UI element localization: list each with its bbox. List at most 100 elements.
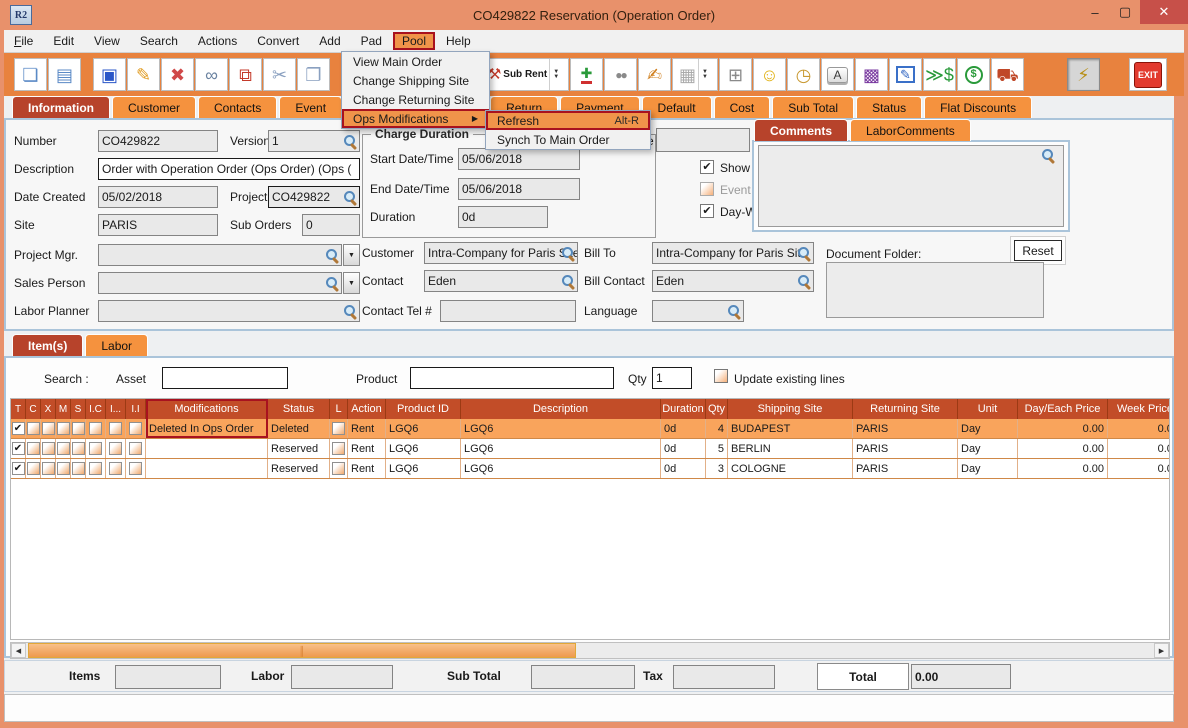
description-field[interactable]: Order with Operation Order (Ops Order) (… — [98, 158, 360, 180]
tab-status[interactable]: Status — [856, 96, 922, 118]
tab-default[interactable]: Default — [642, 96, 712, 118]
tab-laborcomments[interactable]: LaborComments — [850, 119, 971, 141]
cell-unit[interactable]: Day — [958, 459, 1018, 478]
cell-qty[interactable]: 4 — [706, 419, 728, 438]
cell-duration[interactable]: 0d — [661, 459, 706, 478]
row-checkbox[interactable] — [72, 442, 85, 455]
new-document-button[interactable]: ❏ — [14, 58, 47, 91]
spinner-down-icon[interactable] — [549, 59, 562, 90]
keyboard-key-button[interactable]: A — [821, 58, 854, 91]
menu-pad[interactable]: Pad — [352, 32, 391, 50]
submenu-item-synch-to-main-order[interactable]: Synch To Main Order — [486, 130, 650, 149]
dollar-notes-button[interactable]: $ — [957, 58, 990, 91]
calendar-button[interactable]: ▦ — [672, 58, 718, 91]
row-checkbox-checked[interactable] — [12, 462, 25, 475]
sales-person-lookup-icon[interactable] — [325, 276, 340, 291]
col-header-ii[interactable]: I.I — [126, 399, 146, 419]
start-date-field[interactable]: 05/06/2018 — [458, 148, 580, 170]
l-checkbox[interactable] — [332, 422, 345, 435]
col-header-product-id[interactable]: Product ID — [386, 399, 461, 419]
cell-action[interactable]: Rent — [348, 459, 386, 478]
col-header-t[interactable]: T — [11, 399, 26, 419]
asset-input[interactable] — [162, 367, 288, 389]
reset-button[interactable]: Reset — [1014, 240, 1062, 261]
submenu-item-refresh[interactable]: RefreshAlt-R — [486, 111, 650, 130]
menu-file[interactable]: File — [5, 32, 42, 50]
binoculars-button[interactable]: ∞ — [195, 58, 228, 91]
labor-planner-lookup-icon[interactable] — [343, 304, 358, 319]
duration-field[interactable]: 0d — [458, 206, 548, 228]
sales-person-dropdown-button[interactable] — [343, 272, 360, 294]
project-mgr-field[interactable] — [98, 244, 342, 266]
l-checkbox[interactable] — [332, 462, 345, 475]
table-row[interactable]: ReservedRentLGQ6LGQ60d3COLOGNEPARISDay0.… — [11, 459, 1169, 479]
cell-status[interactable]: Reserved — [268, 439, 330, 458]
save-button[interactable]: ▣ — [93, 58, 126, 91]
cell-week-price[interactable]: 0.00 — [1108, 439, 1170, 458]
bill-contact-lookup-icon[interactable] — [797, 274, 812, 289]
lightning-button[interactable]: ⚡ — [1067, 58, 1100, 91]
cell-product-id[interactable]: LGQ6 — [386, 419, 461, 438]
contact-lookup-icon[interactable] — [561, 274, 576, 289]
row-checkbox[interactable] — [109, 422, 122, 435]
cell-modifications[interactable] — [146, 439, 268, 458]
note-edit-button[interactable]: ✎ — [889, 58, 922, 91]
cell-action[interactable]: Rent — [348, 419, 386, 438]
scrollbar-thumb[interactable] — [28, 643, 576, 658]
language-field[interactable] — [652, 300, 744, 322]
cell-shipping-site[interactable]: COLOGNE — [728, 459, 853, 478]
paste-export-button[interactable]: ⧉ — [229, 58, 262, 91]
version-lookup-icon[interactable] — [343, 134, 358, 149]
tab-sub-total[interactable]: Sub Total — [772, 96, 854, 118]
project-field[interactable]: CO429822 — [268, 186, 360, 208]
row-checkbox[interactable] — [109, 462, 122, 475]
menu-view[interactable]: View — [85, 32, 129, 50]
row-checkbox-checked[interactable] — [12, 422, 25, 435]
cell-modifications[interactable]: Deleted In Ops Order — [146, 419, 268, 438]
bill-to-field[interactable]: Intra-Company for Paris Site — [652, 242, 814, 264]
end-date-field[interactable]: 05/06/2018 — [458, 178, 580, 200]
col-header-returning-site[interactable]: Returning Site — [853, 399, 958, 419]
tab-contacts[interactable]: Contacts — [198, 96, 277, 118]
row-checkbox[interactable] — [129, 442, 142, 455]
number-field[interactable]: CO429822 — [98, 130, 218, 152]
site-field[interactable]: PARIS — [98, 214, 218, 236]
cell-description[interactable]: LGQ6 — [461, 439, 661, 458]
cell-qty[interactable]: 3 — [706, 459, 728, 478]
product-input[interactable] — [410, 367, 614, 389]
update-existing-lines-checkbox[interactable] — [714, 369, 728, 383]
cell-day-each-price[interactable]: 0.00 — [1018, 419, 1108, 438]
cell-description[interactable]: LGQ6 — [461, 459, 661, 478]
cell-action[interactable]: Rent — [348, 439, 386, 458]
menu-search[interactable]: Search — [131, 32, 187, 50]
col-header-unit[interactable]: Unit — [958, 399, 1018, 419]
row-checkbox[interactable] — [57, 462, 70, 475]
notes-pencil-button[interactable]: ✍ — [638, 58, 671, 91]
col-header-m[interactable]: M — [56, 399, 71, 419]
col-header-day-each-price[interactable]: Day/Each Price — [1018, 399, 1108, 419]
project-mgr-lookup-icon[interactable] — [325, 248, 340, 263]
menu-actions[interactable]: Actions — [189, 32, 246, 50]
cell-unit[interactable]: Day — [958, 419, 1018, 438]
cell-day-each-price[interactable]: 0.00 — [1018, 439, 1108, 458]
folder-time-button[interactable]: ◷ — [787, 58, 820, 91]
sub-orders-field[interactable]: 0 — [302, 214, 360, 236]
col-header-ic[interactable]: I.C — [86, 399, 106, 419]
version-field[interactable]: 1 — [268, 130, 360, 152]
cell-duration[interactable]: 0d — [661, 439, 706, 458]
col-header-x[interactable]: X — [41, 399, 56, 419]
cell-status[interactable]: Reserved — [268, 459, 330, 478]
row-checkbox[interactable] — [27, 462, 40, 475]
pool-menu-item-change-returning-site[interactable]: Change Returning Site — [342, 90, 489, 109]
edit-pencil-button[interactable]: ✎ — [127, 58, 160, 91]
col-header-action[interactable]: Action — [348, 399, 386, 419]
contact-tel-field[interactable] — [440, 300, 576, 322]
sales-person-field[interactable] — [98, 272, 342, 294]
cubes-button[interactable]: ▩ — [855, 58, 888, 91]
add-remove-button[interactable]: ✚ — [570, 58, 603, 91]
cell-shipping-site[interactable]: BUDAPEST — [728, 419, 853, 438]
row-checkbox[interactable] — [109, 442, 122, 455]
scroll-left-icon[interactable] — [11, 643, 26, 658]
menu-help[interactable]: Help — [437, 32, 480, 50]
row-checkbox[interactable] — [72, 462, 85, 475]
